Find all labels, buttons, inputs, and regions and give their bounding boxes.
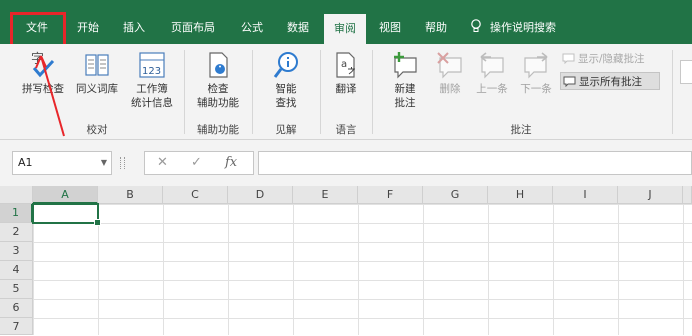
row-header[interactable]: 2: [0, 223, 33, 242]
cell-area[interactable]: [33, 204, 692, 335]
column-header[interactable]: I: [553, 186, 618, 204]
cancel-icon[interactable]: ✕: [157, 155, 168, 170]
column-header[interactable]: C: [163, 186, 228, 204]
lightbulb-icon: [471, 19, 481, 32]
name-box-value: A1: [18, 156, 33, 169]
row-header[interactable]: 5: [0, 280, 33, 299]
tab-home[interactable]: 开始: [68, 12, 108, 44]
row-header[interactable]: 1: [0, 204, 33, 223]
column-header[interactable]: E: [293, 186, 358, 204]
column-header[interactable]: D: [228, 186, 293, 204]
insert-function-icon[interactable]: fx: [225, 155, 237, 170]
row-header[interactable]: 7: [0, 318, 33, 335]
formula-input[interactable]: [258, 151, 692, 175]
row-header[interactable]: 6: [0, 299, 33, 318]
title-bar: [0, 0, 692, 12]
spreadsheet-grid: A B C D E F G H I J 1 2 3 4 5 6 7: [0, 186, 692, 335]
row-header[interactable]: 4: [0, 261, 33, 280]
tab-page-layout[interactable]: 页面布局: [162, 12, 224, 44]
tab-view[interactable]: 视图: [370, 12, 410, 44]
enter-icon[interactable]: ✓: [191, 155, 202, 170]
column-header[interactable]: B: [98, 186, 163, 204]
column-header[interactable]: [683, 186, 692, 204]
column-header[interactable]: F: [358, 186, 423, 204]
review-ribbon: 字 拼写检查 同义词库 123 工作簿 统计信息 校对 检查 辅助功能 辅助功能…: [0, 44, 692, 140]
tab-formulas[interactable]: 公式: [232, 12, 272, 44]
column-header[interactable]: H: [488, 186, 553, 204]
tab-data[interactable]: 数据: [278, 12, 318, 44]
ribbon-tab-bar: 文件 开始 插入 页面布局 公式 数据 审阅 视图 帮助 操作说明搜索: [0, 12, 692, 44]
tab-insert[interactable]: 插入: [114, 12, 154, 44]
select-all-corner[interactable]: [0, 186, 33, 204]
active-cell[interactable]: [32, 203, 101, 226]
column-header[interactable]: A: [33, 186, 98, 204]
tab-help[interactable]: 帮助: [416, 12, 456, 44]
column-header[interactable]: G: [423, 186, 488, 204]
red-annotation-arrow: [35, 55, 65, 137]
chevron-down-icon[interactable]: ▼: [101, 152, 107, 174]
tell-me-search[interactable]: 操作说明搜索: [470, 12, 590, 44]
tell-me-label: 操作说明搜索: [490, 21, 556, 34]
file-tab-highlight-box: [10, 12, 66, 48]
resize-handle[interactable]: [120, 157, 125, 169]
row-header[interactable]: 3: [0, 242, 33, 261]
name-box[interactable]: A1 ▼: [12, 151, 112, 175]
tab-review[interactable]: 审阅: [324, 14, 366, 44]
formula-buttons: ✕ ✓ fx: [144, 151, 254, 175]
column-header[interactable]: J: [618, 186, 683, 204]
